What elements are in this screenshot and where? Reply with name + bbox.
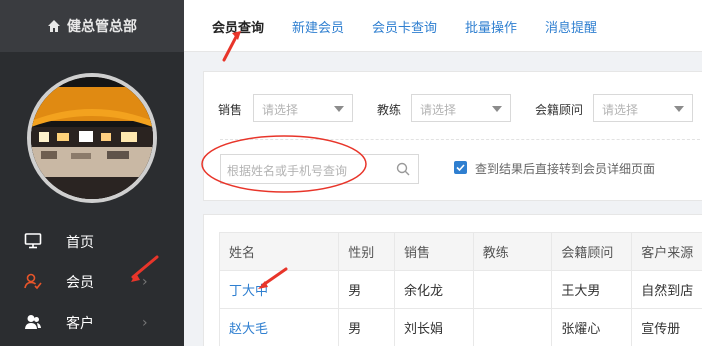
select-placeholder: 请选择 bbox=[262, 103, 299, 117]
table-cell: 张燿心 bbox=[551, 308, 633, 346]
table-cell: 刘长娟 bbox=[394, 308, 474, 346]
sidebar-item-home[interactable]: 首页 bbox=[0, 221, 184, 261]
checkmark-icon bbox=[456, 164, 465, 172]
sidebar-item-member[interactable]: 会员 › bbox=[0, 261, 184, 301]
avatar bbox=[27, 73, 157, 203]
table-row[interactable]: 赵大毛 男 刘长娟 张燿心 宣传册 bbox=[218, 308, 702, 346]
sidebar-item-label: 首页 bbox=[66, 235, 94, 251]
select-placeholder: 请选择 bbox=[420, 103, 457, 117]
tab-new-member[interactable]: 新建会员 bbox=[292, 17, 344, 36]
home-icon bbox=[48, 20, 60, 32]
column-header-sales[interactable]: 销售 bbox=[394, 232, 474, 271]
tab-member-query[interactable]: 会员查询 bbox=[212, 17, 264, 36]
search-placeholder: 根据姓名或手机号查询 bbox=[227, 164, 348, 178]
member-name-link[interactable]: 丁大中 bbox=[218, 270, 340, 309]
jump-to-detail-checkbox[interactable] bbox=[454, 161, 467, 174]
top-tab-bar: 会员查询 新建会员 会员卡查询 批量操作 消息提醒 bbox=[184, 0, 702, 52]
tab-messages[interactable]: 消息提醒 bbox=[545, 17, 597, 36]
sidebar-item-label: 客户 bbox=[66, 316, 94, 332]
table-cell bbox=[472, 308, 553, 346]
jump-to-detail-label: 查到结果后直接转到会员详细页面 bbox=[475, 162, 656, 176]
chevron-right-icon: › bbox=[142, 315, 148, 331]
dropdown-arrow-icon bbox=[492, 106, 502, 112]
gym-photo bbox=[31, 77, 153, 199]
search-input[interactable]: 根据姓名或手机号查询 bbox=[220, 154, 419, 184]
sidebar-item-customer[interactable]: 客户 › bbox=[0, 302, 184, 342]
table-cell: 宣传册 bbox=[631, 308, 702, 346]
table-cell: 余化龙 bbox=[394, 270, 474, 309]
tab-batch-ops[interactable]: 批量操作 bbox=[465, 17, 517, 36]
column-header-source[interactable]: 客户来源 bbox=[631, 232, 702, 271]
table-row[interactable]: 丁大中 男 余化龙 王大男 自然到店 bbox=[218, 270, 702, 309]
advisor-label: 会籍顾问 bbox=[535, 103, 584, 117]
table-cell: 王大男 bbox=[551, 270, 633, 309]
table-cell: 男 bbox=[338, 270, 396, 309]
member-name-link[interactable]: 赵大毛 bbox=[218, 308, 340, 346]
sidebar: 健总管总部 首页 会员 › 客户 › bbox=[0, 0, 184, 346]
sidebar-header[interactable]: 健总管总部 bbox=[0, 0, 184, 52]
sidebar-item-label: 会员 bbox=[66, 275, 94, 291]
tab-card-query[interactable]: 会员卡查询 bbox=[372, 17, 437, 36]
column-header-name[interactable]: 姓名 bbox=[218, 232, 340, 271]
customer-icon bbox=[25, 315, 41, 329]
coach-label: 教练 bbox=[377, 103, 402, 117]
dropdown-arrow-icon bbox=[674, 106, 684, 112]
search-icon[interactable] bbox=[396, 162, 410, 176]
chevron-right-icon: › bbox=[142, 274, 148, 290]
results-panel: 姓名 性别 销售 教练 会籍顾问 客户来源 丁大中 男 余化龙 王大男 自然到店… bbox=[203, 214, 702, 346]
select-placeholder: 请选择 bbox=[602, 103, 639, 117]
divider bbox=[220, 139, 702, 140]
member-table: 姓名 性别 销售 教练 会籍顾问 客户来源 丁大中 男 余化龙 王大男 自然到店… bbox=[218, 232, 702, 346]
column-header-advisor[interactable]: 会籍顾问 bbox=[551, 232, 633, 271]
advisor-select[interactable]: 请选择 bbox=[593, 94, 693, 122]
sales-select[interactable]: 请选择 bbox=[253, 94, 353, 122]
table-header-row: 姓名 性别 销售 教练 会籍顾问 客户来源 bbox=[218, 232, 702, 271]
table-cell bbox=[472, 270, 553, 309]
table-cell: 自然到店 bbox=[631, 270, 702, 309]
coach-select[interactable]: 请选择 bbox=[411, 94, 511, 122]
column-header-coach[interactable]: 教练 bbox=[472, 232, 553, 271]
sales-label: 销售 bbox=[218, 103, 243, 117]
table-cell: 男 bbox=[338, 308, 396, 346]
sidebar-title: 健总管总部 bbox=[67, 19, 137, 35]
dropdown-arrow-icon bbox=[334, 106, 344, 112]
member-icon bbox=[24, 273, 42, 290]
column-header-gender[interactable]: 性别 bbox=[338, 232, 396, 271]
monitor-icon bbox=[24, 233, 42, 249]
filter-panel: 销售 请选择 教练 请选择 会籍顾问 请选择 根据姓名或手机号查询 查到结果后直… bbox=[203, 71, 702, 201]
